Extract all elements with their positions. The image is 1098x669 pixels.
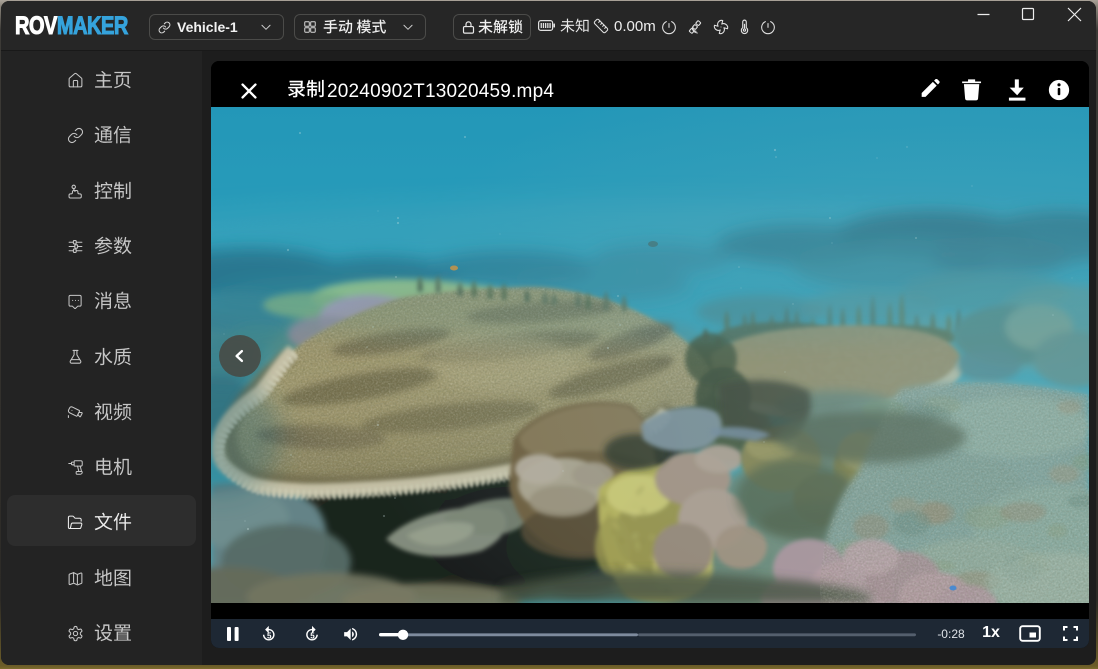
svg-text:5: 5 xyxy=(310,632,315,641)
svg-text:5: 5 xyxy=(267,632,272,641)
